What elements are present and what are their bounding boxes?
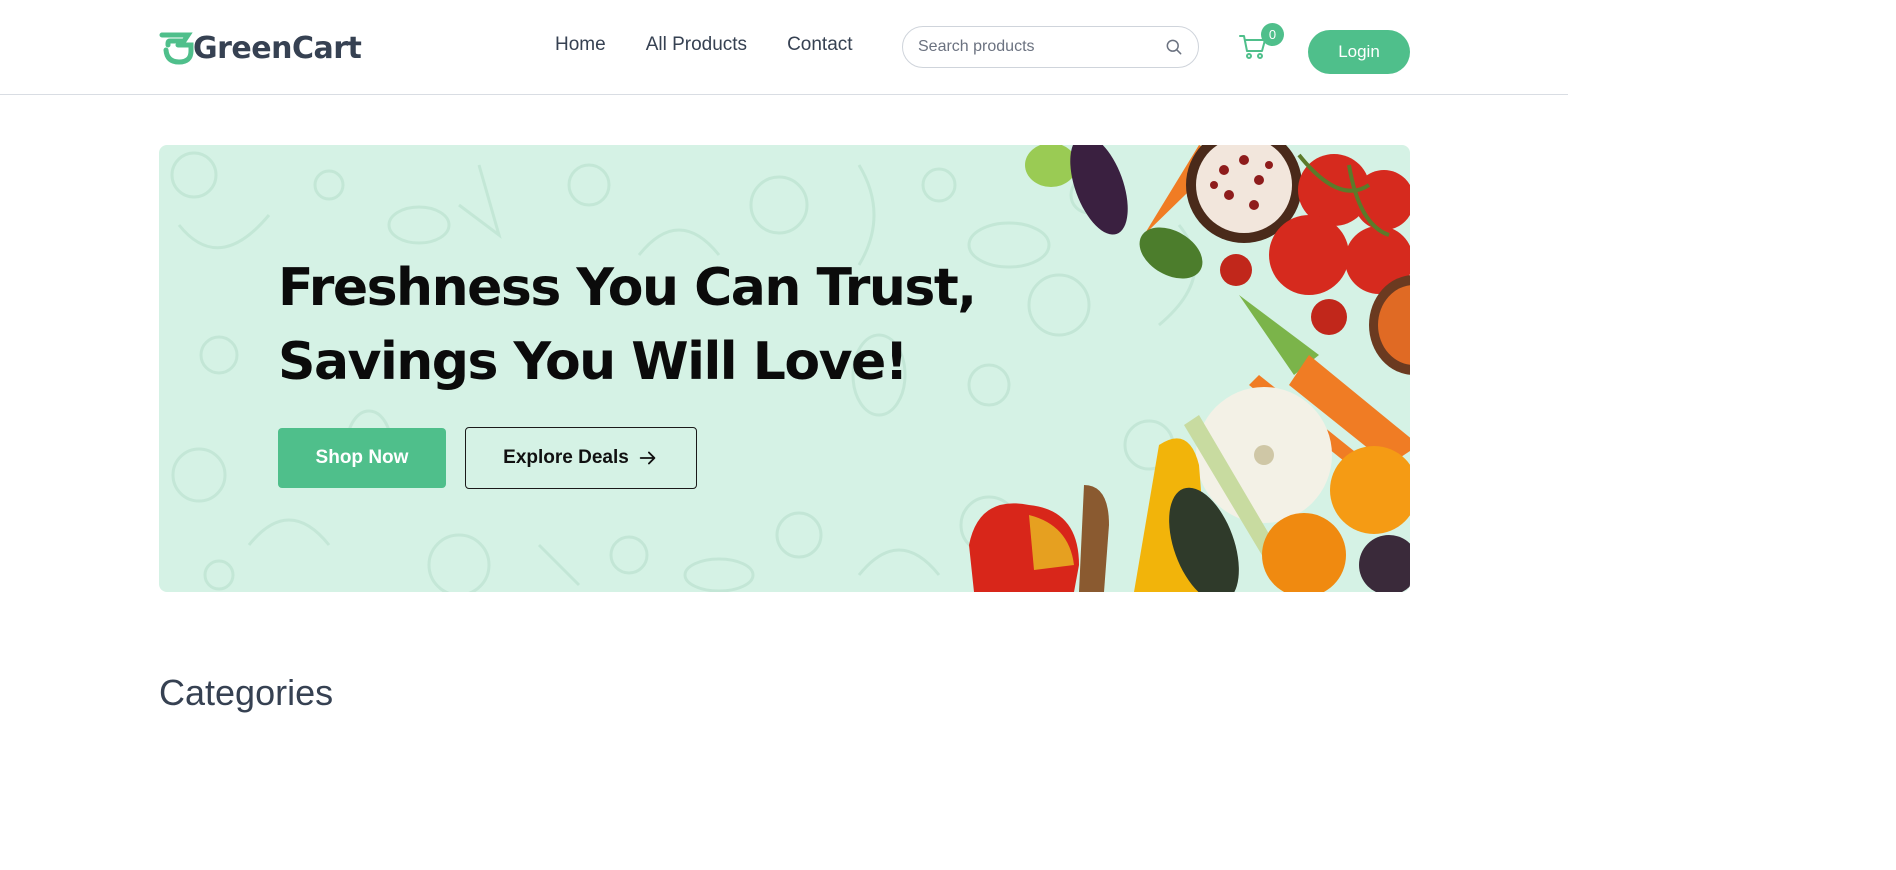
categories-heading: Categories bbox=[159, 672, 334, 713]
explore-deals-label: Explore Deals bbox=[503, 447, 629, 468]
hero-headline-line-2: Savings You Will Love! bbox=[278, 332, 908, 392]
nav-link-contact[interactable]: Contact bbox=[787, 34, 852, 56]
shop-now-button[interactable]: Shop Now bbox=[278, 428, 446, 488]
hero-headline: Freshness You Can Trust, Savings You Wil… bbox=[278, 251, 977, 399]
explore-deals-button[interactable]: Explore Deals bbox=[465, 427, 697, 489]
greencart-g-logo-icon bbox=[159, 32, 194, 65]
cart-count-badge: 0 bbox=[1261, 23, 1284, 46]
vegetables-image bbox=[969, 145, 1410, 592]
nav-link-all-products[interactable]: All Products bbox=[646, 34, 747, 56]
hero-headline-line-1: Freshness You Can Trust, bbox=[278, 258, 977, 318]
brand-name: GreenCart bbox=[193, 30, 362, 66]
greencart-logo[interactable]: GreenCart bbox=[158, 28, 362, 68]
search-bar bbox=[902, 26, 1199, 68]
search-input[interactable] bbox=[918, 38, 1164, 56]
login-button[interactable]: Login bbox=[1308, 30, 1410, 74]
hero-banner: Freshness You Can Trust, Savings You Wil… bbox=[159, 145, 1410, 592]
main-nav: Home All Products Contact bbox=[555, 34, 893, 56]
search-icon[interactable] bbox=[1164, 37, 1184, 57]
nav-link-home[interactable]: Home bbox=[555, 34, 606, 56]
navbar: GreenCart Home All Products Contact 0 Lo… bbox=[0, 0, 1568, 95]
arrow-right-icon bbox=[639, 451, 656, 465]
